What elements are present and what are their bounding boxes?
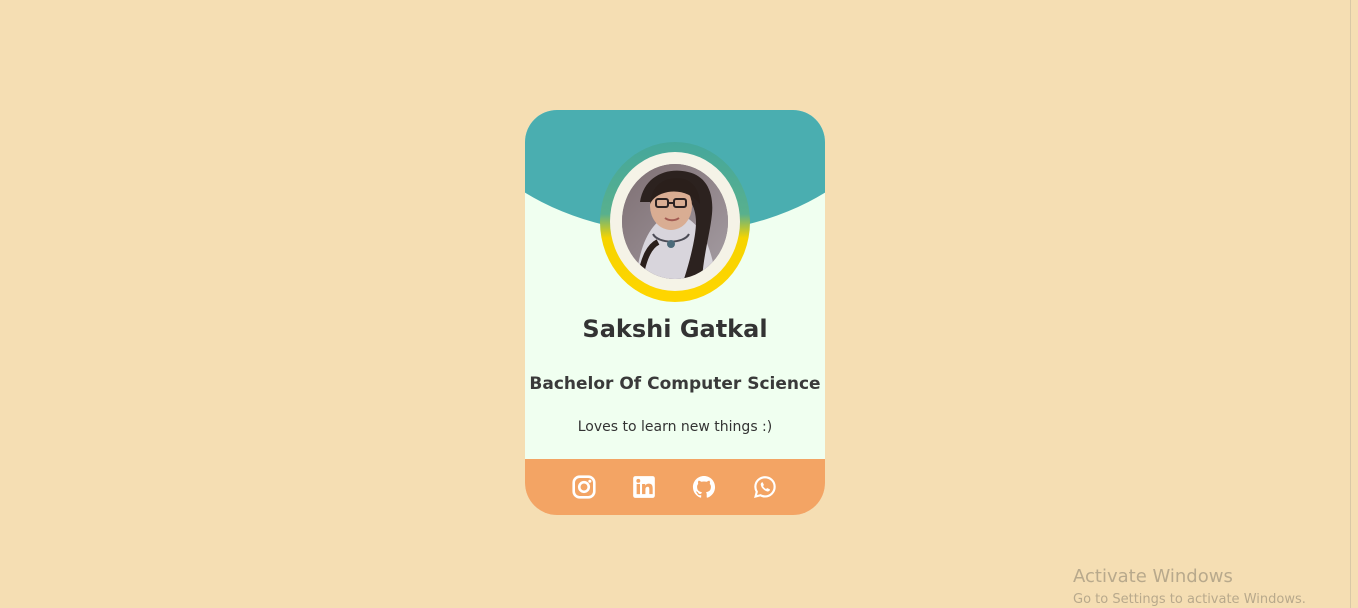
profile-name: Sakshi Gatkal <box>582 315 768 343</box>
avatar-frame <box>600 142 750 302</box>
profile-card: Sakshi Gatkal Bachelor Of Computer Scien… <box>525 110 825 515</box>
watermark-title: Activate Windows <box>1073 566 1233 587</box>
activate-windows-watermark: Activate Windows Go to Settings to activ… <box>1073 566 1306 608</box>
avatar-ring <box>610 152 740 291</box>
github-icon <box>692 475 716 498</box>
profile-tagline: Loves to learn new things :) <box>577 419 773 435</box>
whatsapp-link[interactable] <box>752 474 778 500</box>
github-link[interactable] <box>691 474 717 500</box>
instagram-icon <box>572 475 596 499</box>
linkedin-icon <box>633 476 655 498</box>
social-links-bar <box>525 459 825 515</box>
profile-degree: Bachelor Of Computer Science <box>529 374 821 394</box>
avatar <box>622 164 728 279</box>
linkedin-link[interactable] <box>631 474 657 500</box>
instagram-link[interactable] <box>571 474 597 500</box>
watermark-subtitle: Go to Settings to activate Windows. <box>1073 592 1306 607</box>
whatsapp-icon <box>754 476 776 499</box>
window-edge <box>1350 0 1358 608</box>
